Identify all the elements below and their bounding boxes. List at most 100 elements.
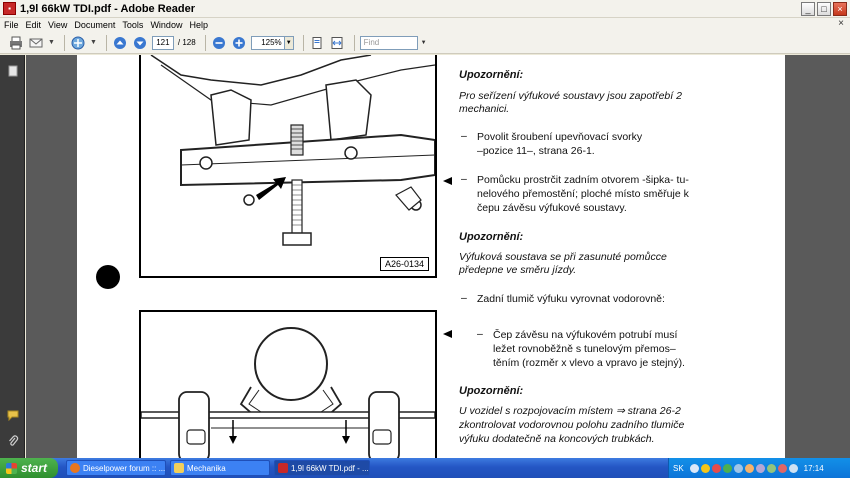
note2-heading: Upozornění: <box>459 231 524 243</box>
pdf-icon <box>278 463 288 473</box>
taskbar-item-folder[interactable]: Mechanika <box>170 460 270 476</box>
page-number-input[interactable]: 121 <box>151 35 174 50</box>
pdf-page: A26-0134 Upozornění: Pro seřízení výfuko… <box>77 55 785 458</box>
menu-view[interactable]: View <box>48 20 67 30</box>
attachments-icon[interactable] <box>7 435 19 447</box>
note1-text-line2: mechanici. <box>459 103 510 115</box>
pointer-triangle-2 <box>443 330 452 338</box>
zoom-input[interactable]: 125% <box>250 35 285 50</box>
title-bar: ▪ 1,9l 66kW TDI.pdf - Adobe Reader _ □ × <box>0 0 850 18</box>
close-button[interactable]: × <box>833 2 847 16</box>
note1-heading: Upozornění: <box>459 69 524 81</box>
note3-text-line3: výfuku dodatečně na koncových trubkách. <box>459 433 655 445</box>
tray-icon[interactable] <box>744 463 754 473</box>
figure-bottom <box>139 310 437 458</box>
menu-edit[interactable]: Edit <box>26 20 42 30</box>
tray-icon[interactable] <box>689 463 699 473</box>
language-indicator[interactable]: SK <box>673 464 684 473</box>
item1-dash: – <box>461 130 467 142</box>
toolbar-separator <box>105 34 107 51</box>
item4-line2: ležet rovnoběžně s tunelovým přemos– <box>493 343 676 355</box>
note3-heading: Upozornění: <box>459 385 524 397</box>
fit-width-icon[interactable] <box>329 35 345 51</box>
next-page-icon[interactable] <box>132 35 148 51</box>
taskbar-item-label: Mechanika <box>187 463 226 473</box>
taskbar-item-pdf[interactable]: 1,9l 66kW TDI.pdf - ... <box>274 460 370 476</box>
zoom-in-icon[interactable] <box>231 35 247 51</box>
taskbar-item-label: 1,9l 66kW TDI.pdf - ... <box>291 463 369 473</box>
system-tray: SK 17:14 <box>668 458 850 478</box>
tray-icon[interactable] <box>700 463 710 473</box>
toolbar-separator <box>353 34 355 51</box>
volume-icon[interactable] <box>788 463 798 473</box>
pdf-app-icon: ▪ <box>3 2 16 15</box>
tray-icon[interactable] <box>777 463 787 473</box>
toolbar-separator <box>63 34 65 51</box>
pointer-triangle-1 <box>443 177 452 185</box>
tray-icon[interactable] <box>755 463 765 473</box>
tray-icon[interactable] <box>766 463 776 473</box>
item2-line2: nelového přemostění; ploché místo směřuj… <box>477 188 689 200</box>
menu-window[interactable]: Window <box>150 20 182 30</box>
note2-text-line1: Výfuková soustava se při zasunuté pomůcc… <box>459 251 667 263</box>
menu-file[interactable]: File <box>4 20 19 30</box>
minimize-button[interactable]: _ <box>801 2 815 16</box>
exhaust-bracket-drawing <box>150 55 436 246</box>
figure-top-label: A26-0134 <box>379 257 429 271</box>
item4-line1: Čep závěsu na výfukovém potrubí musí <box>493 329 678 341</box>
item2-line3: čepu závěsu výfukové soustavy. <box>477 202 627 214</box>
comments-icon[interactable] <box>7 409 19 422</box>
note3-text-line1: U vozidel s rozpojovacím místem ⇒ strana… <box>459 405 681 417</box>
window-controls: _ □ × <box>801 2 847 16</box>
start-button[interactable]: start <box>0 458 58 478</box>
firefox-icon <box>70 463 80 473</box>
toolbar: ▼ ▼ 121 / 128 125% ▼ Find ▼ <box>0 32 850 54</box>
taskbar: start Dieselpower forum :: ... Mechanika… <box>0 458 850 478</box>
item2-dash: – <box>461 173 467 185</box>
note1-text-line1: Pro seřízení výfukové soustavy jsou zapo… <box>459 90 682 102</box>
note2-text-line2: předepne ve směru jízdy. <box>459 264 577 276</box>
email-icon[interactable] <box>28 35 44 51</box>
menu-bar: File Edit View Document Tools Window Hel… <box>0 18 850 32</box>
taskbar-item-label: Dieselpower forum :: ... <box>83 463 166 473</box>
muffler-alignment-drawing <box>140 327 436 458</box>
item2-line1: Pomůcku prostrčit zadním otvorem -šipka-… <box>477 174 689 186</box>
window-title: 1,9l 66kW TDI.pdf - Adobe Reader <box>20 2 196 15</box>
document-view[interactable]: A26-0134 Upozornění: Pro seřízení výfuko… <box>26 55 850 458</box>
find-input[interactable]: Find <box>359 35 418 50</box>
email-dropdown-icon[interactable]: ▼ <box>48 39 55 46</box>
zoom-dropdown-icon[interactable]: ▼ <box>284 35 294 50</box>
item3-dash: – <box>461 292 467 304</box>
zoom-out-icon[interactable] <box>211 35 227 51</box>
fit-page-icon[interactable] <box>309 35 325 51</box>
collaborate-icon[interactable] <box>70 35 86 51</box>
page-total: / 128 <box>177 38 196 47</box>
tray-icon[interactable] <box>733 463 743 473</box>
tray-icon[interactable] <box>722 463 732 473</box>
section-marker-dot <box>96 265 120 289</box>
figure-top: A26-0134 <box>139 55 437 278</box>
pages-icon[interactable] <box>7 65 19 77</box>
menu-help[interactable]: Help <box>189 20 208 30</box>
clock[interactable]: 17:14 <box>804 464 824 473</box>
previous-page-icon[interactable] <box>112 35 128 51</box>
note3-text-line2: zkontrolovat vodorovnou polohu zadního t… <box>459 419 685 431</box>
document-close-button[interactable]: × <box>838 18 844 29</box>
toolbar-separator <box>204 34 206 51</box>
menu-document[interactable]: Document <box>74 20 115 30</box>
start-label: start <box>21 461 48 475</box>
item1-line1: Povolit šroubení upevňovací svorky <box>477 131 643 143</box>
tray-icon[interactable] <box>711 463 721 473</box>
folder-icon <box>174 463 184 473</box>
taskbar-item-browser[interactable]: Dieselpower forum :: ... <box>66 460 166 476</box>
item4-line3: těním (rozměr x vlevo a vpravo je stejný… <box>493 357 685 369</box>
find-dropdown-icon[interactable]: ▼ <box>421 40 427 46</box>
toolbar-separator <box>302 34 304 51</box>
menu-tools[interactable]: Tools <box>122 20 143 30</box>
maximize-button[interactable]: □ <box>817 2 831 16</box>
item1-line2: –pozice 11–, strana 26-1. <box>477 145 595 157</box>
item4-dash: – <box>477 328 483 340</box>
collaborate-dropdown-icon[interactable]: ▼ <box>90 39 97 46</box>
navigation-panel <box>0 55 25 458</box>
print-icon[interactable] <box>8 35 24 51</box>
